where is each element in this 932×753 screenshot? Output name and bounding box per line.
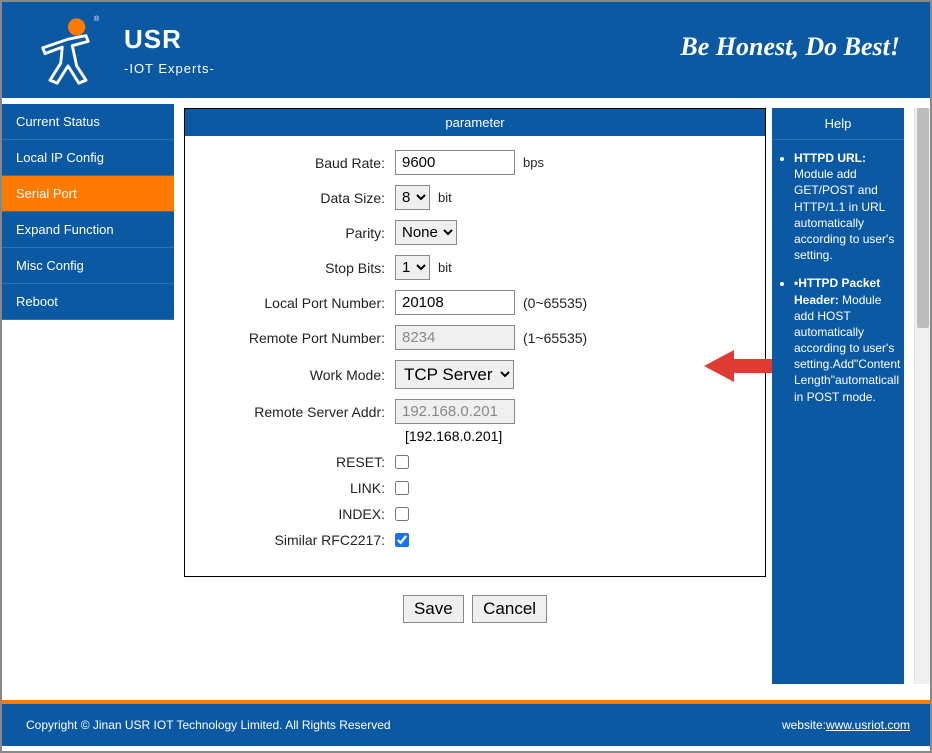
sidebar-item-local-ip-config[interactable]: Local IP Config: [2, 140, 174, 176]
remote-addr-sub: [192.168.0.201]: [405, 428, 745, 444]
local-port-label: Local Port Number:: [205, 295, 395, 311]
header: ® USR -IOT Experts- Be Honest, Do Best!: [2, 2, 930, 98]
main-panel: parameter Baud Rate: bps Data Size: 8 bi…: [174, 104, 772, 698]
remote-port-label: Remote Port Number:: [205, 330, 395, 346]
form-title: parameter: [185, 109, 765, 136]
help-item-body: Module add GET/POST and HTTP/1.1 in URL …: [794, 167, 894, 262]
index-label: INDEX:: [205, 506, 395, 522]
scrollbar-thumb[interactable]: [917, 108, 929, 328]
parameter-form: parameter Baud Rate: bps Data Size: 8 bi…: [184, 108, 766, 577]
brand-title: USR: [124, 24, 215, 55]
logo-wrap: ® USR -IOT Experts-: [32, 14, 215, 86]
help-title: Help: [772, 108, 904, 140]
stop-bits-unit: bit: [438, 260, 452, 275]
work-mode-label: Work Mode:: [205, 367, 395, 383]
reset-checkbox[interactable]: [395, 455, 409, 469]
remote-addr-label: Remote Server Addr:: [205, 404, 395, 420]
remote-port-hint: (1~65535): [523, 330, 587, 346]
local-port-hint: (0~65535): [523, 295, 587, 311]
link-label: LINK:: [205, 480, 395, 496]
sidebar: Current Status Local IP Config Serial Po…: [2, 104, 174, 698]
cancel-button[interactable]: Cancel: [472, 595, 547, 623]
index-checkbox[interactable]: [395, 507, 409, 521]
footer-copyright: Copyright © Jinan USR IOT Technology Lim…: [26, 718, 391, 732]
data-size-unit: bit: [438, 190, 452, 205]
stop-bits-select[interactable]: 1: [395, 255, 430, 280]
local-port-input[interactable]: [395, 290, 515, 315]
rfc2217-checkbox[interactable]: [395, 533, 409, 547]
footer-website-link[interactable]: www.usriot.com: [826, 718, 910, 732]
stop-bits-label: Stop Bits:: [205, 260, 395, 276]
rfc2217-label: Similar RFC2217:: [205, 532, 395, 548]
reset-label: RESET:: [205, 454, 395, 470]
slogan: Be Honest, Do Best!: [680, 32, 900, 62]
parity-label: Parity:: [205, 225, 395, 241]
sidebar-item-current-status[interactable]: Current Status: [2, 104, 174, 140]
link-checkbox[interactable]: [395, 481, 409, 495]
help-item: •HTTPD Packet Header: Module add HOST au…: [794, 275, 898, 405]
baud-rate-unit: bps: [523, 155, 544, 170]
scrollbar[interactable]: [914, 108, 930, 684]
help-item-heading: HTTPD URL:: [794, 151, 866, 165]
baud-rate-input[interactable]: [395, 150, 515, 175]
brand-logo-icon: ®: [32, 14, 104, 86]
footer-website-label: website:: [782, 718, 826, 732]
parity-select[interactable]: None: [395, 220, 457, 245]
work-mode-select[interactable]: TCP Server: [395, 360, 514, 389]
baud-rate-label: Baud Rate:: [205, 155, 395, 171]
data-size-label: Data Size:: [205, 190, 395, 206]
content-area: Current Status Local IP Config Serial Po…: [2, 98, 930, 698]
data-size-select[interactable]: 8: [395, 185, 430, 210]
sidebar-item-expand-function[interactable]: Expand Function: [2, 212, 174, 248]
footer: Copyright © Jinan USR IOT Technology Lim…: [2, 704, 930, 746]
sidebar-item-serial-port[interactable]: Serial Port: [2, 176, 174, 212]
svg-text:®: ®: [94, 14, 100, 23]
help-panel: Help HTTPD URL: Module add GET/POST and …: [772, 108, 904, 684]
save-button[interactable]: Save: [403, 595, 464, 623]
sidebar-item-misc-config[interactable]: Misc Config: [2, 248, 174, 284]
remote-port-input: [395, 325, 515, 350]
brand-subtitle: -IOT Experts-: [124, 61, 215, 76]
sidebar-item-reboot[interactable]: Reboot: [2, 284, 174, 320]
help-item: HTTPD URL: Module add GET/POST and HTTP/…: [794, 150, 898, 263]
help-item-body: Module add HOST automatically according …: [794, 293, 900, 404]
remote-addr-input: [395, 399, 515, 424]
